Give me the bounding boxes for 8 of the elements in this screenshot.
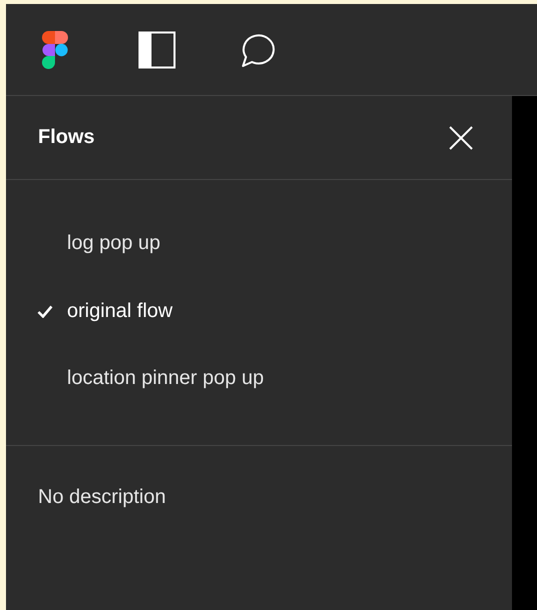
sidebar-icon[interactable] [138, 30, 176, 68]
close-icon[interactable] [448, 124, 474, 150]
flow-item[interactable]: log pop up [67, 232, 160, 256]
flow-description: No description [37, 484, 167, 510]
panel-title: Flows [38, 126, 95, 149]
flow-item[interactable]: location pinner pop up [67, 367, 264, 390]
flow-item[interactable]: original flow [67, 300, 173, 323]
logo-icon[interactable] [42, 30, 68, 68]
